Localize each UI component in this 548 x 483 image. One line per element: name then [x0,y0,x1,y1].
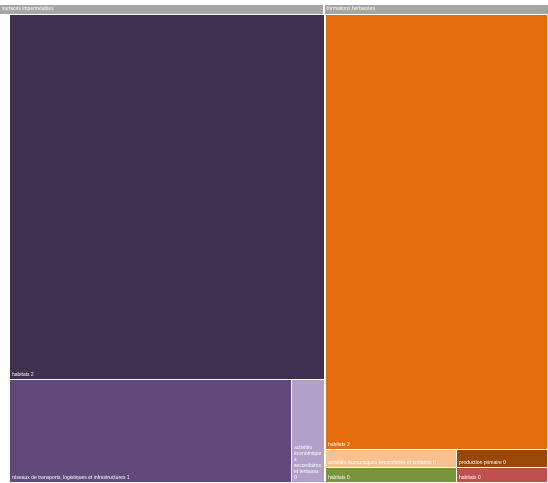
treemap-cell: habitats 0 [325,467,457,483]
cell-label: activités économiques secondaires et ter… [294,445,322,481]
group-header-surfaces-impermeables: surfaces imperméables [0,5,323,14]
cell-label: activités économiques secondaires et ter… [328,460,436,466]
cell-label: habitats 2 [328,442,350,448]
cell-label: production primaire 0 [459,460,506,466]
group-header-formations-herbacees: formations herbacées [325,5,548,14]
treemap-cell: réseaux de transports, logistiques et in… [9,379,292,483]
treemap-cell: activités économiques secondaires et ter… [325,449,457,468]
treemap-cell: production primaire 0 [456,449,548,468]
cell-label: réseaux de transports, logistiques et in… [12,475,130,481]
treemap-cell: activités économiques secondaires et ter… [291,379,325,483]
treemap-chart: surfaces imperméables habitats 2 réseaux… [0,0,548,483]
cell-label: habitats 2 [12,372,34,378]
treemap-cell: habitats 2 [325,14,548,450]
treemap-cell: habitats 2 [9,14,325,380]
treemap-cell: habitats 0 [456,467,548,483]
cell-label: habitats 0 [459,475,481,481]
cell-label: habitats 0 [328,475,350,481]
